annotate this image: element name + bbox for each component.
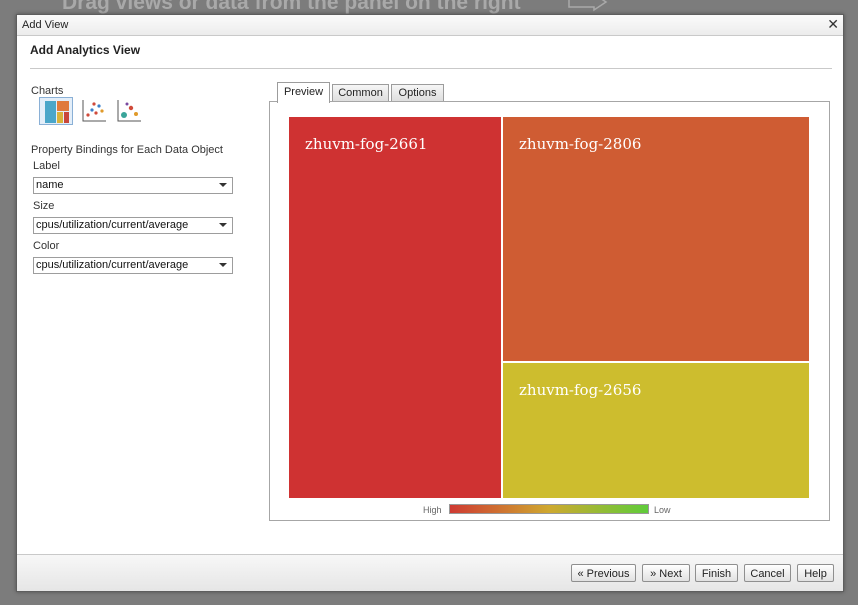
add-view-dialog: Add View ✕ Add Analytics View Charts Pro… [16,14,844,592]
label-caption: Label [33,160,60,172]
dialog-heading: Add Analytics View [30,43,141,57]
chevron-down-icon [219,183,227,187]
tile-label: zhuvm-fog-2661 [305,135,428,153]
scatter-plot-icon [82,100,106,122]
color-select-value: cpus/utilization/current/average [36,259,189,271]
finish-button[interactable]: Finish [695,564,738,582]
size-caption: Size [33,200,55,212]
label-select-value: name [36,179,64,191]
size-select[interactable]: cpus/utilization/current/average [33,217,233,234]
legend-high-label: High [423,505,442,515]
label-select[interactable]: name [33,177,233,194]
charts-label: Charts [31,85,64,97]
tab-common[interactable]: Common [332,84,389,101]
property-bindings-title: Property Bindings for Each Data Object [31,144,223,156]
chevron-down-icon [219,263,227,267]
preview-panel: zhuvm-fog-2661 zhuvm-fog-2806 zhuvm-fog-… [269,101,830,521]
bubble-chart-icon [117,100,141,122]
title-bar: Add View ✕ [17,15,843,36]
bubble-chart-button[interactable] [112,97,146,125]
previous-button[interactable]: « Previous [571,564,636,582]
background-hint-text: Drag views or data from the panel on the… [62,0,521,14]
window-title: Add View [22,19,69,31]
legend-gradient-bar [449,504,649,514]
color-caption: Color [33,240,60,252]
tab-options[interactable]: Options [391,84,444,101]
help-button[interactable]: Help [797,564,834,582]
color-legend: High Low [270,502,829,516]
cancel-button[interactable]: Cancel [744,564,791,582]
color-select[interactable]: cpus/utilization/current/average [33,257,233,274]
treemap-tile: zhuvm-fog-2656 [502,362,810,499]
dialog-footer: « Previous » Next Finish Cancel Help [17,555,843,591]
size-select-value: cpus/utilization/current/average [36,219,189,231]
chevron-down-icon [219,223,227,227]
scatter-chart-button[interactable] [77,97,111,125]
tab-preview[interactable]: Preview [277,82,330,103]
treemap-chart-button[interactable] [39,97,73,125]
arrow-right-icon [568,0,608,12]
treemap-icon [45,101,69,123]
treemap-tile: zhuvm-fog-2806 [502,116,810,362]
treemap: zhuvm-fog-2661 zhuvm-fog-2806 zhuvm-fog-… [288,116,810,499]
legend-low-label: Low [654,505,671,515]
treemap-tile: zhuvm-fog-2661 [288,116,502,499]
close-icon[interactable]: ✕ [827,16,839,32]
tile-label: zhuvm-fog-2656 [519,381,642,399]
next-button[interactable]: » Next [642,564,690,582]
tile-label: zhuvm-fog-2806 [519,135,642,153]
divider [30,68,832,69]
